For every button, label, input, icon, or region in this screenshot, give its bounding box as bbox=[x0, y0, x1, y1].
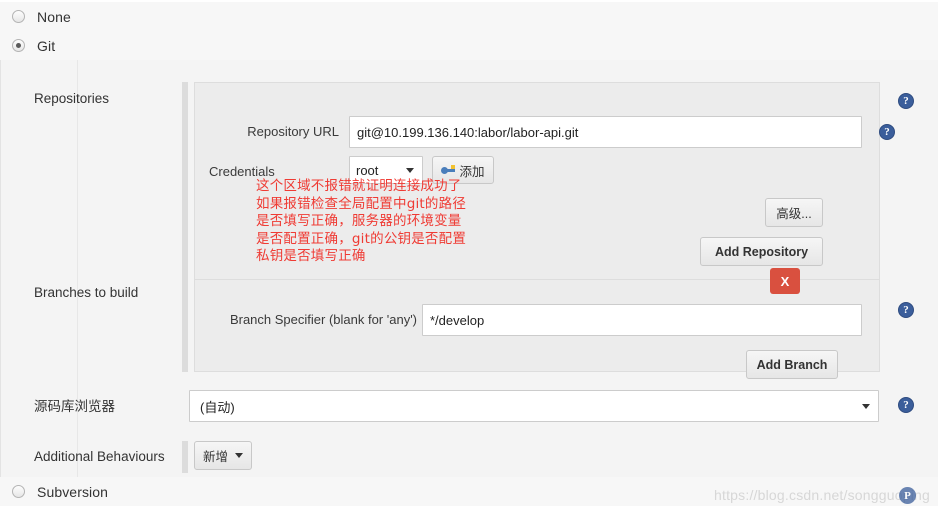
repositories-help-icon[interactable]: ? bbox=[898, 93, 914, 109]
radio-none-icon[interactable] bbox=[12, 10, 25, 23]
add-credentials-label: 添加 bbox=[459, 164, 485, 179]
chevron-down-icon bbox=[406, 168, 414, 173]
radio-subversion-icon[interactable] bbox=[12, 485, 25, 498]
repositories-row: Repositories Repository URL Credentials … bbox=[34, 82, 938, 282]
scm-option-none-label: None bbox=[37, 8, 71, 25]
chevron-down-icon bbox=[862, 404, 870, 409]
advanced-button[interactable]: 高级... bbox=[765, 198, 823, 227]
scm-option-subversion[interactable]: Subversion bbox=[0, 477, 938, 506]
repositories-label: Repositories bbox=[34, 91, 110, 106]
scm-option-subversion-label: Subversion bbox=[37, 483, 109, 500]
git-config-inner: Repositories Repository URL Credentials … bbox=[34, 60, 938, 477]
add-behaviour-label: 新增 bbox=[203, 450, 229, 464]
repository-url-help-icon[interactable]: ? bbox=[879, 124, 895, 140]
repository-browser-help-icon[interactable]: ? bbox=[898, 397, 914, 413]
chevron-down-icon bbox=[235, 453, 244, 458]
scm-option-git[interactable]: Git bbox=[0, 31, 938, 60]
scm-option-none[interactable]: None bbox=[0, 2, 938, 31]
repository-url-label: Repository URL bbox=[247, 124, 339, 139]
radio-git-icon[interactable] bbox=[12, 39, 25, 52]
additional-behaviours-row: Additional Behaviours 新增 bbox=[34, 440, 938, 476]
delete-branch-button[interactable]: X bbox=[770, 268, 800, 294]
add-repository-button[interactable]: Add Repository bbox=[700, 237, 823, 266]
repository-browser-row: 源码库浏览器 (自动) ? bbox=[34, 390, 938, 430]
credentials-select-value: root bbox=[356, 162, 379, 178]
branch-specifier-label: Branch Specifier (blank for 'any') bbox=[229, 312, 417, 327]
key-icon bbox=[441, 164, 456, 176]
repository-entry-block: Repository URL Credentials root 添加 bbox=[194, 82, 895, 282]
additional-behaviours-stripe bbox=[182, 441, 188, 473]
add-branch-button[interactable]: Add Branch bbox=[746, 350, 838, 379]
repository-browser-label: 源码库浏览器 bbox=[34, 399, 115, 414]
repository-url-input[interactable] bbox=[349, 116, 862, 148]
add-behaviour-button[interactable]: 新增 bbox=[194, 441, 252, 470]
scm-config-panel: None Git Repositories Repository URL Cre… bbox=[0, 0, 938, 509]
branches-row: Branches to build Branch Specifier (blan… bbox=[34, 268, 938, 379]
branches-help-icon[interactable]: ? bbox=[898, 302, 914, 318]
branches-drag-stripe[interactable] bbox=[182, 279, 188, 372]
credentials-label: Credentials bbox=[209, 164, 275, 179]
repository-browser-value: (自动) bbox=[200, 399, 235, 415]
credentials-select[interactable]: root bbox=[349, 156, 423, 184]
add-credentials-button[interactable]: 添加 bbox=[432, 156, 494, 184]
repository-browser-select[interactable]: (自动) bbox=[189, 390, 879, 422]
scm-option-git-label: Git bbox=[37, 37, 56, 54]
git-config-body: Repositories Repository URL Credentials … bbox=[0, 60, 938, 477]
branches-label: Branches to build bbox=[34, 285, 139, 300]
repositories-drag-stripe[interactable] bbox=[182, 82, 188, 282]
branch-specifier-input[interactable] bbox=[422, 304, 862, 336]
additional-behaviours-label: Additional Behaviours bbox=[34, 449, 165, 464]
